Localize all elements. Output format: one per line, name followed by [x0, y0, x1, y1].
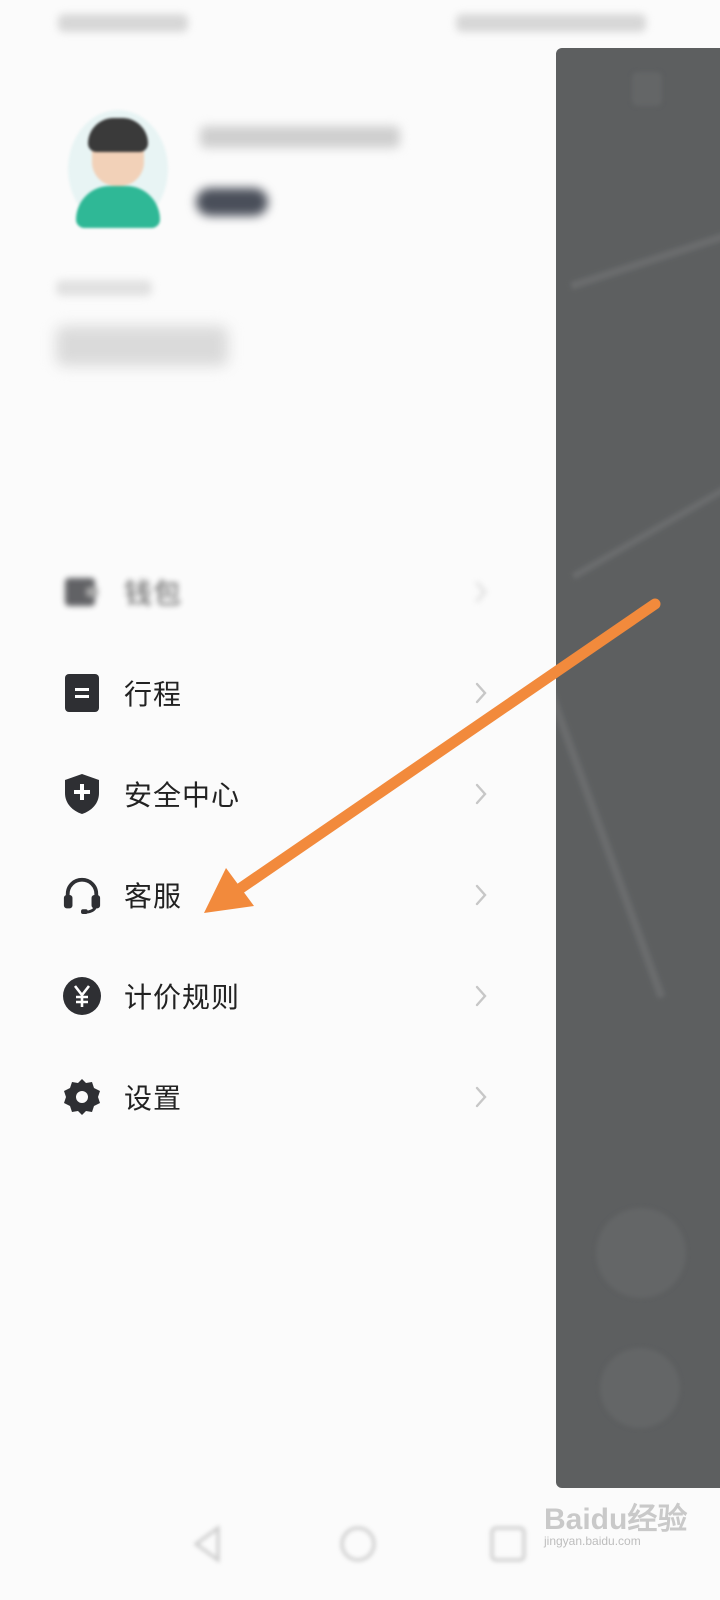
- user-name-blurred: [200, 126, 400, 148]
- stats-value-blurred: [56, 326, 228, 366]
- avatar[interactable]: [68, 110, 168, 228]
- map-action-button[interactable]: [600, 1348, 680, 1428]
- menu-label: 计价规则: [124, 980, 241, 1014]
- chevron-right-icon: [475, 682, 487, 703]
- watermark-url: jingyan.baidu.com: [544, 1534, 641, 1548]
- menu-label: 钱包: [124, 576, 183, 610]
- status-time-blurred: [58, 14, 188, 32]
- map-top-icon[interactable]: [632, 72, 662, 106]
- yen-icon: [62, 976, 102, 1016]
- chevron-right-icon: [475, 985, 487, 1006]
- gear-icon: [62, 1077, 102, 1117]
- member-badge-blurred[interactable]: [196, 188, 268, 216]
- recents-icon[interactable]: [484, 1520, 532, 1568]
- menu-item-trips[interactable]: 行程: [0, 642, 556, 743]
- menu-item-customer-service[interactable]: 客服: [0, 844, 556, 945]
- watermark-brand: Baidu经验: [544, 1503, 688, 1536]
- map-location-button[interactable]: [596, 1208, 686, 1298]
- menu-label: 设置: [124, 1081, 183, 1115]
- document-icon: [62, 673, 102, 713]
- menu-label: 行程: [124, 677, 183, 711]
- chevron-right-icon: [475, 884, 487, 905]
- menu-label: 安全中心: [124, 778, 241, 812]
- chevron-right-icon: [475, 783, 487, 804]
- back-icon[interactable]: [184, 1520, 232, 1568]
- wallet-icon: [62, 572, 102, 612]
- menu-item-settings[interactable]: 设置: [0, 1046, 556, 1147]
- baidu-watermark: Baidu经验 jingyan.baidu.com: [544, 1490, 704, 1554]
- headset-icon: [62, 875, 102, 915]
- shield-plus-icon: [62, 773, 102, 814]
- stats-label-blurred: [56, 280, 152, 296]
- home-icon[interactable]: [334, 1520, 382, 1568]
- menu-item-pricing-rules[interactable]: 计价规则: [0, 945, 556, 1046]
- map-overlay[interactable]: [556, 48, 720, 1488]
- menu-item-wallet[interactable]: 钱包: [0, 541, 556, 642]
- status-bar: [0, 0, 720, 52]
- drawer-menu: 钱包 行程 安全中心 客服 计价规则 设置: [0, 541, 556, 1147]
- menu-item-safety-center[interactable]: 安全中心: [0, 743, 556, 844]
- chevron-right-icon: [475, 581, 487, 602]
- menu-label: 客服: [124, 879, 183, 913]
- status-icons-blurred: [456, 14, 646, 32]
- chevron-right-icon: [475, 1086, 487, 1107]
